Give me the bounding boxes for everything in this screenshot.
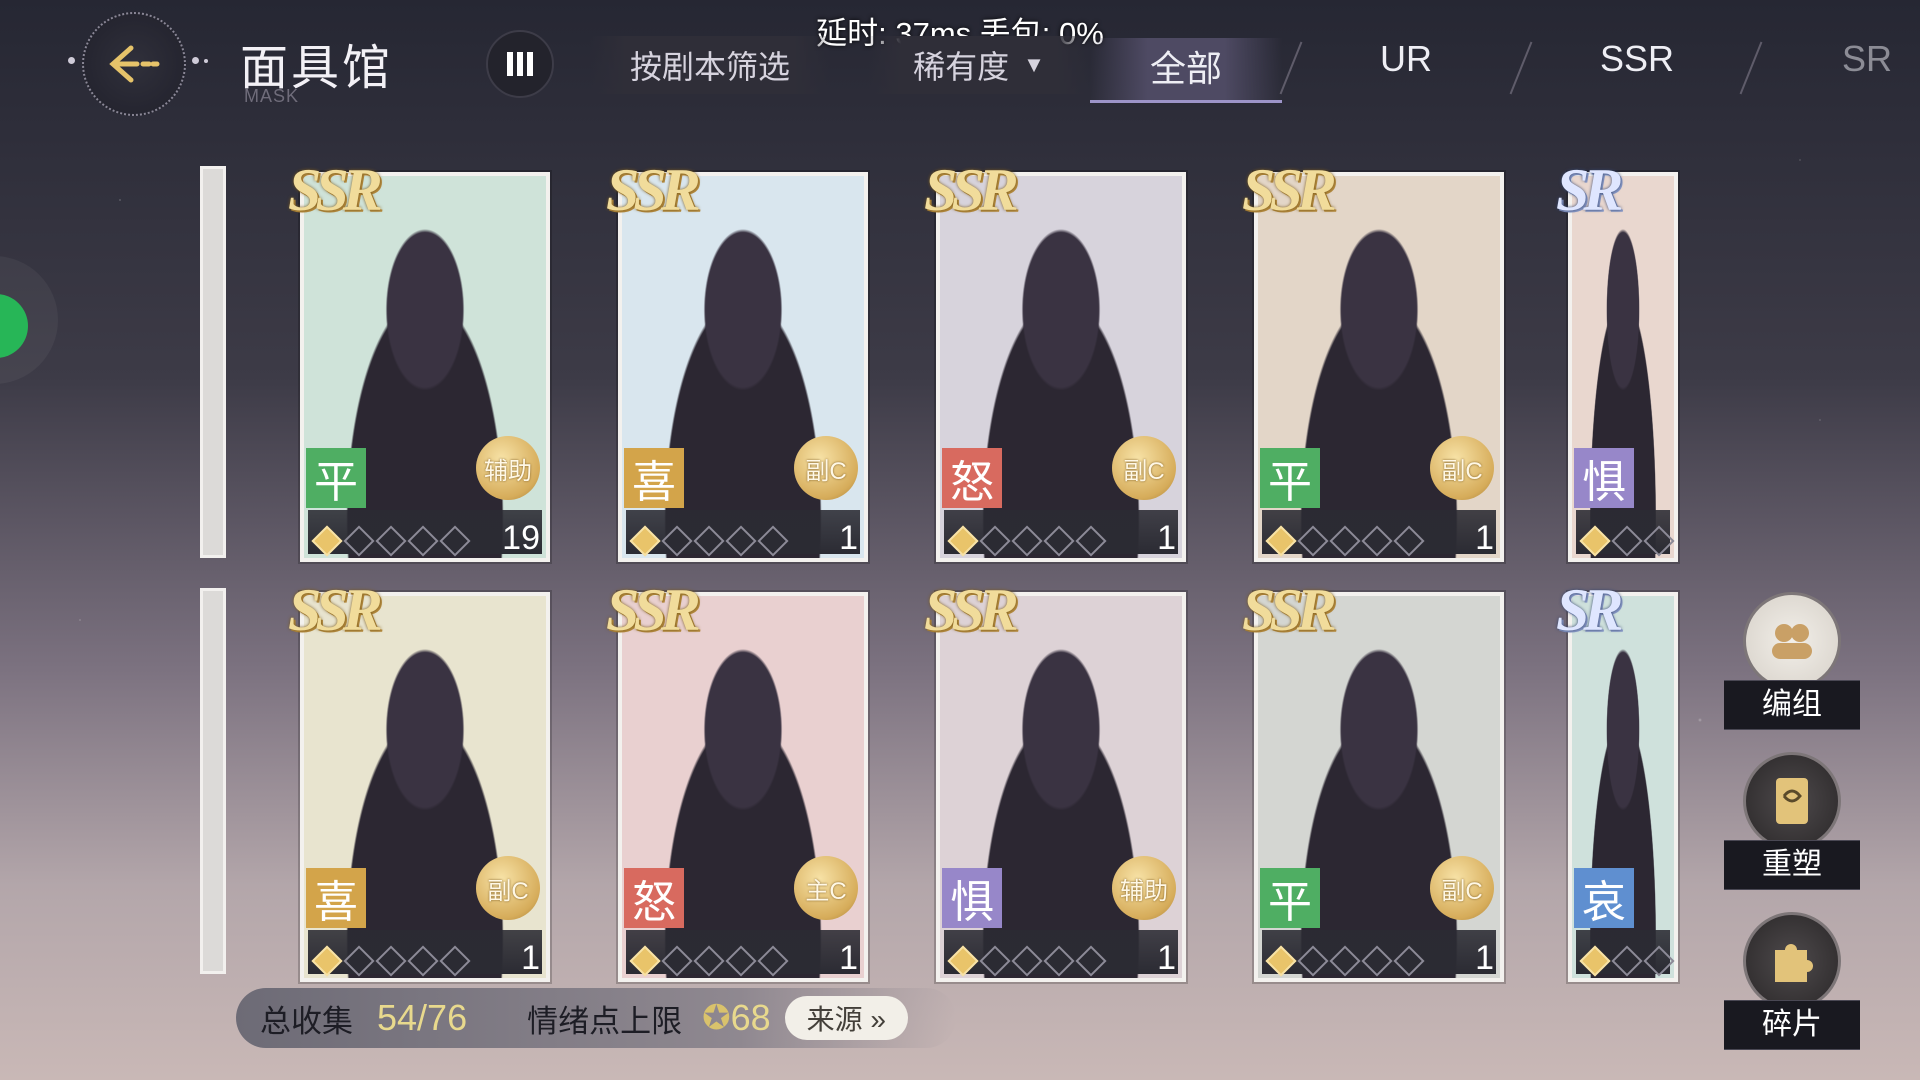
rarity-badge: SR [1556,157,1623,223]
card-count: 1 [1157,519,1176,557]
mask-card[interactable]: SSR 怒 副C 1 [924,157,1186,562]
mask-card[interactable]: SSR 喜 副C 1 [288,577,550,982]
role-badge: 辅助 [1112,856,1176,920]
tab-ur[interactable]: UR [1380,38,1432,80]
mask-card[interactable]: SSR 怒 主C 1 [606,577,868,982]
mask-card[interactable]: SSR 平 辅助 19 [288,157,550,562]
tab-label: UR [1380,38,1432,79]
decor-dot [68,57,75,64]
rarity-badge: SR [1556,577,1623,643]
page-subtitle: MASK [244,86,300,106]
mask-card[interactable]: SR 哀 [1556,577,1678,982]
role-badge: 副C [794,436,858,500]
emotion-cap-value: 68 [730,997,771,1038]
source-button[interactable]: 来源 » [784,996,908,1040]
emotion-tag: 平 [1260,868,1320,928]
role-badge: 主C [794,856,858,920]
emotion-cap-label: 情绪点上限 [527,1003,683,1039]
card-count: 19 [502,519,540,557]
card-icon [1743,752,1841,850]
card-count: 1 [1157,939,1176,977]
emotion-tag: 哀 [1574,868,1634,928]
star-icon: ✪ [702,999,731,1037]
emotion-tag: 平 [306,448,366,508]
emotion-tag: 怒 [942,448,1002,508]
role-badge: 副C [1430,856,1494,920]
mask-card[interactable]: SSR 惧 辅助 1 [924,577,1186,982]
puzzle-icon [1743,912,1841,1010]
tab-label: 全部 [1150,48,1223,89]
collection-bar: 总收集 54/76 情绪点上限 ✪ 68 来源 » [236,988,956,1048]
group-icon [1743,592,1841,690]
mask-card[interactable]: SSR 平 副C 1 [1242,157,1504,562]
collection-label: 总收集 [260,1003,353,1039]
rarity-label: 稀有度 [913,49,1010,85]
emotion-tag: 惧 [1574,448,1634,508]
decor-dot [192,57,199,64]
card-count: 1 [1475,519,1494,557]
filter-script-label: 按剧本筛选 [629,49,790,85]
role-badge: 辅助 [476,436,540,500]
mask-card[interactable]: SSR 平 副C 1 [1242,577,1504,982]
card-count: 1 [1475,939,1494,977]
team-button[interactable]: 编组 [1724,592,1860,730]
reshape-button[interactable]: 重塑 [1724,752,1860,890]
tab-label: SR [1842,38,1893,79]
mask-card[interactable]: SR 惧 [1556,157,1678,562]
mask-card[interactable]: SSR 喜 副C 1 [606,157,868,562]
rarity-badge: SSR [924,157,1019,223]
rarity-badge: SSR [288,157,383,223]
emotion-tag: 喜 [306,868,366,928]
card-count: 1 [839,939,858,977]
rarity-badge: SSR [606,157,701,223]
filter-by-script-button[interactable]: 按剧本筛选 [590,36,830,94]
rarity-badge: SSR [1242,577,1337,643]
fragments-button[interactable]: 碎片 [1724,912,1860,1050]
decor-dot [204,59,208,63]
role-badge: 副C [476,856,540,920]
tab-all[interactable]: 全部 [1090,38,1283,103]
rarity-dropdown[interactable]: 稀有度 ▼ [868,36,1090,94]
role-badge: 副C [1112,436,1176,500]
caret-down-icon: ▼ [1023,52,1045,77]
collection-value: 54/76 [377,997,468,1038]
reshape-label: 重塑 [1724,840,1860,890]
partial-card [200,588,226,974]
team-label: 编组 [1724,680,1860,730]
emotion-tag: 惧 [942,868,1002,928]
list-icon [507,52,533,76]
rarity-badge: SSR [288,577,383,643]
role-badge: 副C [1430,436,1494,500]
emotion-tag: 怒 [624,868,684,928]
rarity-badge: SSR [606,577,701,643]
tab-sr[interactable]: SR [1842,38,1892,80]
emotion-tag: 平 [1260,448,1320,508]
rarity-badge: SSR [1242,157,1337,223]
card-count: 1 [839,519,858,557]
partial-card [200,166,226,558]
tab-ssr[interactable]: SSR [1600,38,1674,80]
card-count: 1 [521,939,540,977]
emotion-tag: 喜 [624,448,684,508]
fragments-label: 碎片 [1724,1000,1860,1050]
tab-label: SSR [1600,38,1675,79]
rarity-badge: SSR [924,577,1019,643]
